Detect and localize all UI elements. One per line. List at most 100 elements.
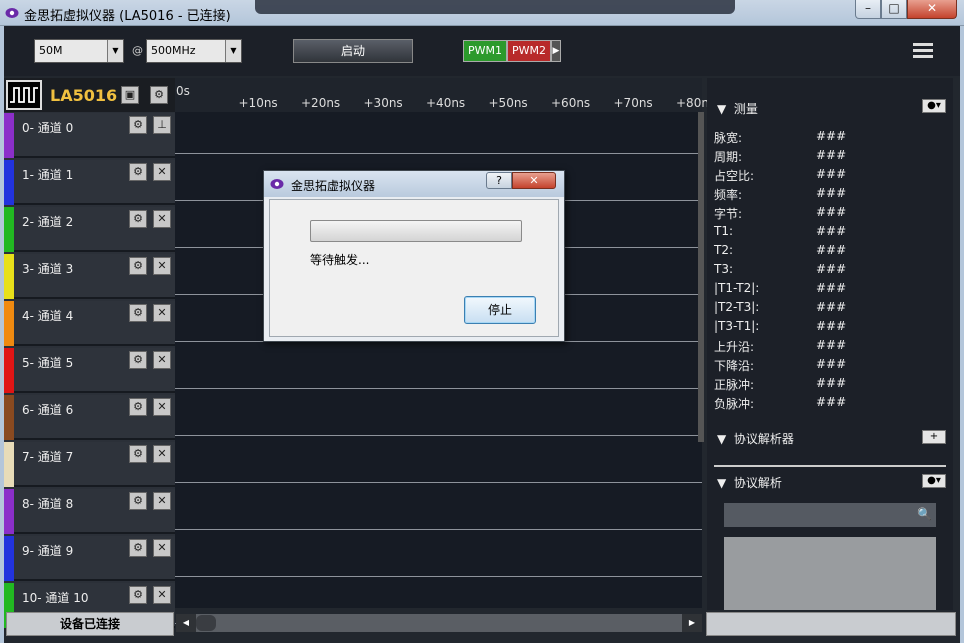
ruler-tick-label: +80n: [676, 96, 709, 110]
channel-row[interactable]: 9- 通道 9 ⚙ ✕: [4, 536, 175, 581]
sample-count-select[interactable]: 50M ▼: [34, 39, 124, 63]
channel-label: 4- 通道 4: [22, 309, 74, 323]
close-button[interactable]: ✕: [907, 0, 957, 19]
close-icon[interactable]: ✕: [153, 586, 171, 604]
scroll-right-icon[interactable]: ▶: [682, 614, 702, 632]
pwm1-button[interactable]: PWM1: [463, 40, 507, 62]
decode-search-input[interactable]: 🔍: [724, 503, 936, 527]
signal-line: [175, 153, 702, 154]
measure-value: ###: [816, 129, 847, 143]
gear-icon[interactable]: ⚙: [150, 86, 168, 104]
channel-row[interactable]: 4- 通道 4 ⚙ ✕: [4, 301, 175, 346]
channel-row[interactable]: 2- 通道 2 ⚙ ✕: [4, 207, 175, 252]
signal-line: [175, 482, 702, 483]
close-icon[interactable]: ✕: [153, 257, 171, 275]
measure-value: ###: [816, 205, 847, 219]
progress-bar: [310, 220, 522, 242]
help-button[interactable]: ?: [486, 172, 512, 189]
gear-icon[interactable]: ⚙: [129, 351, 147, 369]
measure-header[interactable]: ▼ 测量: [717, 100, 758, 117]
panel-divider: [714, 465, 946, 467]
window-title: 金思拓虚拟仪器 (LA5016 - 已连接): [24, 9, 231, 24]
maximize-button[interactable]: □: [881, 0, 907, 19]
analyzers-header[interactable]: ▼ 协议解析器: [717, 430, 794, 447]
measure-key: 周期:: [714, 150, 743, 164]
gear-icon[interactable]: ⚙: [129, 210, 147, 228]
channel-color-bar: [4, 254, 14, 299]
close-icon[interactable]: ✕: [153, 539, 171, 557]
gear-icon[interactable]: ⚙: [129, 304, 147, 322]
ruler-tick-label: +60ns: [551, 96, 591, 110]
channel-color-bar: [4, 113, 14, 158]
measure-key: T2:: [714, 243, 734, 257]
measure-value: ###: [816, 186, 847, 200]
signal-line: [175, 576, 702, 577]
dialog-title: 金思拓虚拟仪器: [291, 179, 376, 193]
scroll-left-icon[interactable]: ◀: [176, 614, 196, 632]
stop-button[interactable]: 停止: [464, 296, 536, 324]
channel-row[interactable]: 8- 通道 8 ⚙ ✕: [4, 489, 175, 534]
sample-rate-select[interactable]: 500MHz ▼: [146, 39, 242, 63]
pwm2-button[interactable]: PWM2: [507, 40, 551, 62]
channel-row[interactable]: 1- 通道 1 ⚙ ✕: [4, 160, 175, 205]
channel-label: 3- 通道 3: [22, 262, 74, 276]
measure-key: |T3-T1|:: [714, 319, 760, 333]
channel-row[interactable]: 5- 通道 5 ⚙ ✕: [4, 348, 175, 393]
gear-icon[interactable]: ⚙: [129, 163, 147, 181]
measure-value: ###: [816, 281, 847, 295]
scroll-thumb[interactable]: [196, 615, 216, 631]
gear-icon[interactable]: ⚙: [129, 492, 147, 510]
close-icon[interactable]: ✕: [153, 445, 171, 463]
dialog-message: 等待触发...: [310, 253, 370, 267]
close-icon[interactable]: ✕: [153, 492, 171, 510]
menu-icon[interactable]: [913, 43, 933, 59]
signal-line: [175, 529, 702, 530]
measure-value: ###: [816, 395, 847, 409]
signal-line: [175, 388, 702, 389]
sample-count-value: 50M: [39, 44, 63, 57]
channel-label: 0- 通道 0: [22, 121, 74, 135]
close-icon[interactable]: ✕: [153, 398, 171, 416]
measure-key: |T1-T2|:: [714, 281, 760, 295]
measure-options-button[interactable]: ●▾: [922, 99, 946, 113]
start-button[interactable]: 启动: [293, 39, 413, 63]
gear-icon[interactable]: ⚙: [129, 398, 147, 416]
channel-label: 10- 通道 10: [22, 591, 89, 605]
pwm-more-button[interactable]: ▶: [551, 40, 561, 62]
ruler-tick-label: +20ns: [301, 96, 341, 110]
gear-icon[interactable]: ⚙: [129, 586, 147, 604]
channel-row[interactable]: 6- 通道 6 ⚙ ✕: [4, 395, 175, 440]
minimize-button[interactable]: –: [855, 0, 881, 19]
decode-header[interactable]: ▼ 协议解析: [717, 474, 782, 491]
channel-row[interactable]: 3- 通道 3 ⚙ ✕: [4, 254, 175, 299]
gear-icon[interactable]: ⚙: [129, 445, 147, 463]
close-icon[interactable]: ✕: [153, 351, 171, 369]
close-icon[interactable]: ✕: [153, 163, 171, 181]
horizontal-scrollbar[interactable]: ◀ ▶: [176, 614, 702, 632]
search-icon[interactable]: 🔍: [917, 507, 932, 521]
trigger-icon[interactable]: ⊥: [153, 116, 171, 134]
maximize-icon: □: [888, 1, 900, 15]
minimize-icon: –: [865, 1, 871, 15]
window-icon[interactable]: ▣: [121, 86, 139, 104]
measure-key: 上升沿:: [714, 340, 755, 354]
dialog-close-button[interactable]: ✕: [512, 172, 556, 189]
decode-result-list[interactable]: [724, 537, 936, 610]
channel-row[interactable]: 7- 通道 7 ⚙ ✕: [4, 442, 175, 487]
close-icon[interactable]: ✕: [153, 210, 171, 228]
at-symbol: @: [132, 44, 143, 57]
gear-icon[interactable]: ⚙: [129, 257, 147, 275]
add-analyzer-button[interactable]: +: [922, 430, 946, 444]
measure-value: ###: [816, 338, 847, 352]
channel-row[interactable]: 0- 通道 0 ⚙ ⊥: [4, 113, 175, 158]
channel-label: 1- 通道 1: [22, 168, 74, 182]
chevron-down-icon: ▼: [107, 40, 123, 62]
measure-value: ###: [816, 167, 847, 181]
gear-icon[interactable]: ⚙: [129, 539, 147, 557]
app-logo-icon: [5, 8, 19, 18]
vertical-scrollbar[interactable]: [698, 112, 704, 442]
decode-options-button[interactable]: ●▾: [922, 474, 946, 488]
gear-icon[interactable]: ⚙: [129, 116, 147, 134]
close-icon[interactable]: ✕: [153, 304, 171, 322]
measure-value: ###: [816, 148, 847, 162]
